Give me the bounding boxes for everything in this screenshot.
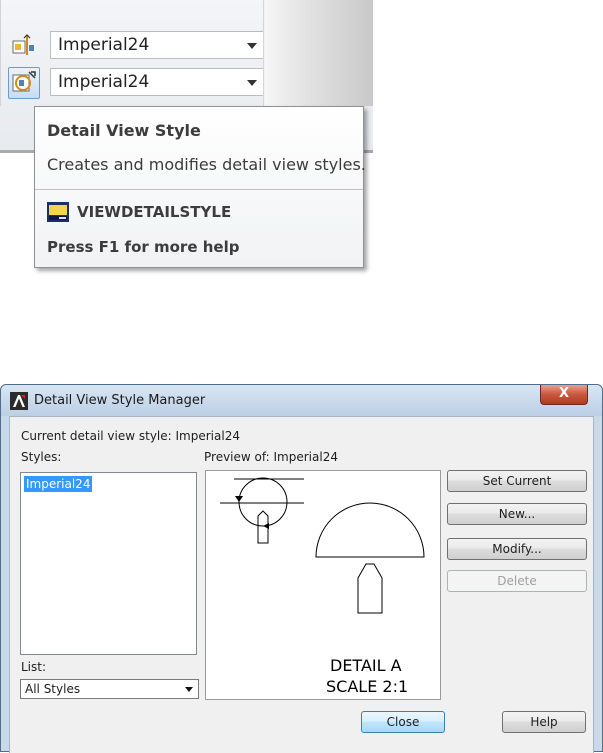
dialog-client-area: Current detail view style: Imperial24 St… — [9, 416, 594, 753]
autocad-app-icon — [10, 392, 28, 410]
styles-list[interactable]: Imperial24 — [20, 472, 197, 655]
chevron-down-icon — [185, 687, 193, 692]
dialog-titlebar[interactable]: Detail View Style Manager X — [1, 385, 602, 416]
list-label: List: — [21, 660, 47, 674]
tooltip-divider — [35, 189, 363, 190]
command-tooltip: Detail View Style Creates and modifies d… — [34, 106, 366, 268]
section-style-value: Imperial24 — [58, 35, 150, 55]
list-filter-value: All Styles — [25, 682, 81, 696]
preview-scale-label: SCALE 2:1 — [326, 677, 409, 696]
tooltip-description: Creates and modifies detail view styles. — [47, 155, 366, 174]
detail-style-value: Imperial24 — [58, 72, 150, 92]
help-button[interactable]: Help — [502, 711, 586, 733]
style-preview: DETAIL A SCALE 2:1 — [205, 470, 441, 700]
chevron-down-icon — [247, 80, 257, 86]
close-button[interactable]: Close — [361, 711, 445, 733]
delete-button[interactable]: Delete — [447, 570, 587, 592]
tooltip-command: VIEWDETAILSTYLE — [77, 203, 232, 221]
detail-view-style-manager-dialog: Detail View Style Manager X Current deta… — [0, 384, 603, 753]
section-style-combo[interactable]: Imperial24 — [50, 31, 264, 59]
detail-style-combo[interactable]: Imperial24 — [50, 68, 264, 96]
set-current-button[interactable]: Set Current — [447, 470, 587, 492]
dialog-title: Detail View Style Manager — [34, 393, 206, 408]
styles-label: Styles: — [21, 450, 62, 464]
section-view-style-icon[interactable] — [11, 33, 36, 58]
modify-button[interactable]: Modify... — [447, 538, 587, 560]
chevron-down-icon — [247, 43, 257, 49]
new-button[interactable]: New... — [447, 503, 587, 525]
close-icon[interactable]: X — [540, 385, 588, 405]
list-item[interactable]: Imperial24 — [22, 475, 94, 493]
ribbon-adjacent-panel — [265, 0, 373, 106]
detail-preview-drawing — [220, 477, 425, 614]
ribbon-edge — [0, 0, 1, 106]
current-style-label: Current detail view style: Imperial24 — [21, 429, 240, 443]
preview-detail-label: DETAIL A — [330, 656, 402, 675]
preview-label: Preview of: Imperial24 — [204, 450, 338, 464]
command-window-icon — [47, 202, 69, 222]
detail-view-style-icon[interactable] — [8, 67, 40, 99]
list-filter-select[interactable]: All Styles — [20, 679, 199, 699]
tooltip-help: Press F1 for more help — [47, 238, 240, 256]
tooltip-title: Detail View Style — [47, 121, 201, 140]
